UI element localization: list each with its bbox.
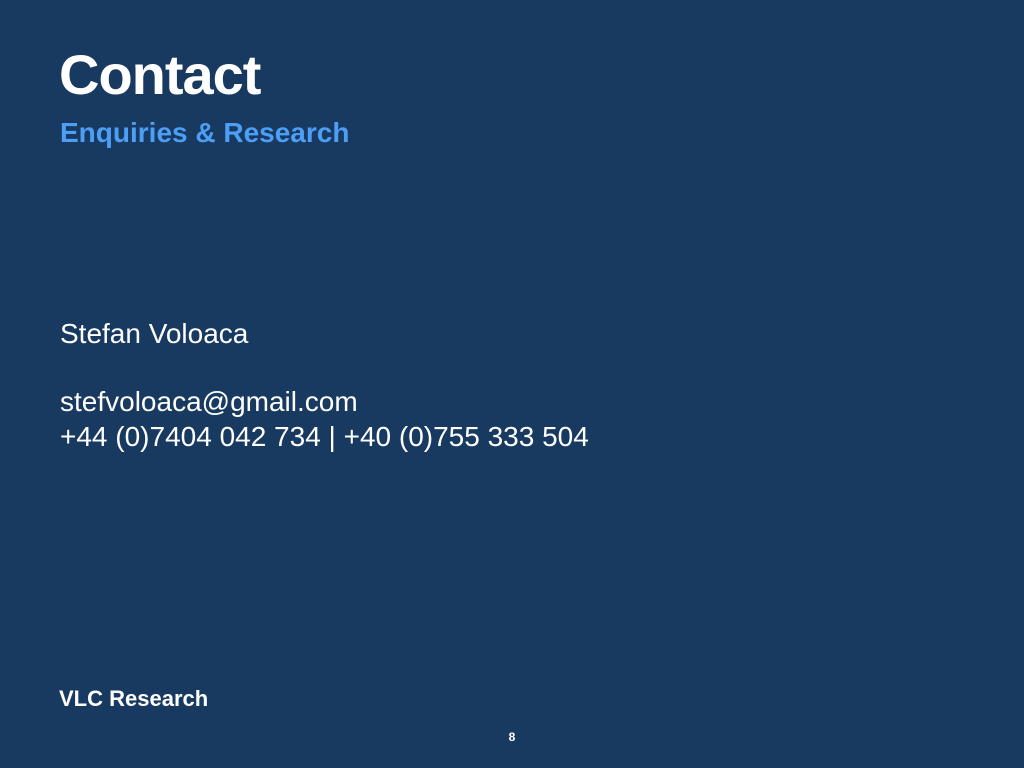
slide-subtitle: Enquiries & Research [60,117,350,148]
contact-spacer [60,351,589,384]
slide: Contact Enquiries & Research Stefan Volo… [0,0,1024,768]
page-number: 8 [508,730,516,744]
contact-email: stefvoloaca@gmail.com [60,386,358,417]
slide-title: Contact [59,43,261,106]
contact-block: Stefan Voloaca stefvoloaca@gmail.com +44… [60,316,589,454]
contact-name: Stefan Voloaca [60,318,249,349]
contact-phones: +44 (0)7404 042 734 | +40 (0)755 333 504 [60,421,589,452]
footer-brand: VLC Research [59,686,209,711]
